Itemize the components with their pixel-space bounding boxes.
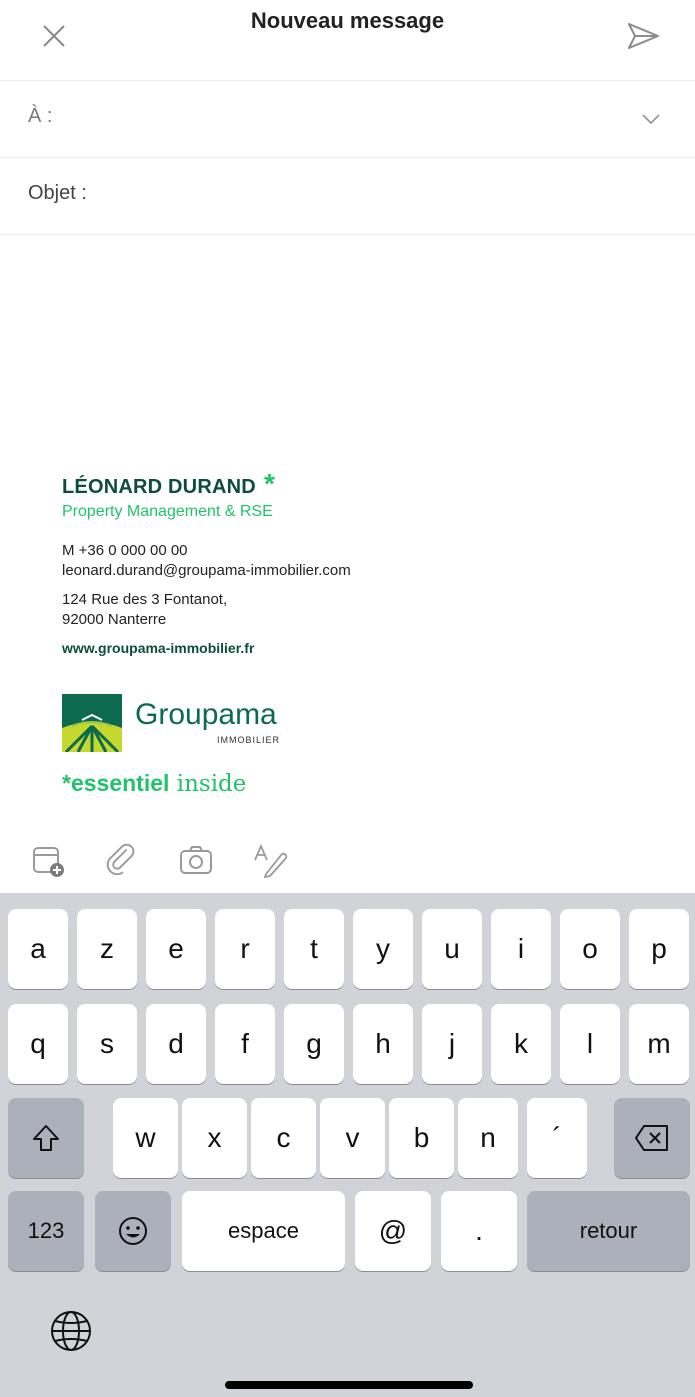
signature-address-2: 92000 Nanterre: [62, 611, 167, 628]
key-l[interactable]: l: [560, 1004, 620, 1084]
subject-label: Objet :: [28, 182, 87, 204]
key-t[interactable]: t: [284, 909, 344, 989]
signature-phone: M +36 0 000 00 00: [62, 542, 188, 559]
chevron-down-icon[interactable]: [640, 108, 662, 130]
key-k[interactable]: k: [491, 1004, 551, 1084]
key-r[interactable]: r: [215, 909, 275, 989]
key-i[interactable]: i: [491, 909, 551, 989]
calendar-add-icon[interactable]: [30, 842, 66, 878]
logo-subtitle: IMMOBILIER: [217, 735, 281, 745]
send-icon[interactable]: [624, 18, 662, 54]
logo-wordmark: Groupama: [135, 698, 277, 731]
signature-website[interactable]: www.groupama-immobilier.fr: [62, 640, 542, 656]
key-c[interactable]: c: [251, 1098, 316, 1178]
key-accent[interactable]: ´: [527, 1098, 587, 1178]
paperclip-icon[interactable]: [104, 842, 140, 878]
shift-icon: [33, 1125, 59, 1151]
signature-star: *: [264, 468, 275, 499]
email-signature: LÉONARD DURAND * Property Management & R…: [62, 468, 542, 656]
format-text-icon[interactable]: [252, 842, 288, 878]
dot-key[interactable]: .: [441, 1191, 517, 1271]
groupama-logo-icon: [62, 694, 122, 752]
tagline-bold: essentiel: [70, 770, 170, 796]
key-o[interactable]: o: [560, 909, 620, 989]
signature-address-1: 124 Rue des 3 Fontanot,: [62, 591, 228, 608]
backspace-key[interactable]: [614, 1098, 690, 1178]
tagline: *essentiel inside: [62, 770, 246, 797]
key-a[interactable]: a: [8, 909, 68, 989]
key-h[interactable]: h: [353, 1004, 413, 1084]
signature-email[interactable]: leonard.durand@groupama-immobilier.com: [62, 561, 542, 581]
to-input[interactable]: [100, 97, 624, 139]
subject-input[interactable]: [110, 174, 634, 216]
key-q[interactable]: q: [8, 1004, 68, 1084]
camera-icon[interactable]: [178, 842, 214, 878]
compose-header: Nouveau message: [0, 0, 695, 81]
shift-key[interactable]: [8, 1098, 84, 1178]
return-key[interactable]: retour: [527, 1191, 690, 1271]
page-title: Nouveau message: [250, 8, 445, 33]
key-j[interactable]: j: [422, 1004, 482, 1084]
backspace-icon: [635, 1125, 668, 1151]
key-n[interactable]: n: [458, 1098, 518, 1178]
emoji-icon: [119, 1217, 147, 1245]
home-indicator: [225, 1381, 473, 1389]
key-e[interactable]: e: [146, 909, 206, 989]
subject-field[interactable]: Objet :: [0, 158, 695, 235]
key-w[interactable]: w: [113, 1098, 178, 1178]
emoji-key[interactable]: [95, 1191, 171, 1271]
to-field[interactable]: À :: [0, 81, 695, 158]
key-y[interactable]: y: [353, 909, 413, 989]
keyboard: a z e r t y u i o p q s d f g h j k l m …: [0, 893, 695, 1397]
to-label: À :: [28, 105, 53, 127]
space-key[interactable]: espace: [182, 1191, 345, 1271]
key-p[interactable]: p: [629, 909, 689, 989]
tagline-rest: inside: [169, 771, 247, 797]
key-u[interactable]: u: [422, 909, 482, 989]
key-m[interactable]: m: [629, 1004, 689, 1084]
key-x[interactable]: x: [182, 1098, 247, 1178]
key-f[interactable]: f: [215, 1004, 275, 1084]
at-key[interactable]: @: [355, 1191, 431, 1271]
numbers-key[interactable]: 123: [8, 1191, 84, 1271]
globe-icon[interactable]: [48, 1308, 94, 1354]
signature-role: Property Management & RSE: [62, 503, 273, 520]
key-g[interactable]: g: [284, 1004, 344, 1084]
key-z[interactable]: z: [77, 909, 137, 989]
key-b[interactable]: b: [389, 1098, 454, 1178]
tagline-star: *: [62, 770, 71, 796]
key-v[interactable]: v: [320, 1098, 385, 1178]
key-s[interactable]: s: [77, 1004, 137, 1084]
signature-name: LÉONARD DURAND: [62, 476, 256, 498]
key-d[interactable]: d: [146, 1004, 206, 1084]
